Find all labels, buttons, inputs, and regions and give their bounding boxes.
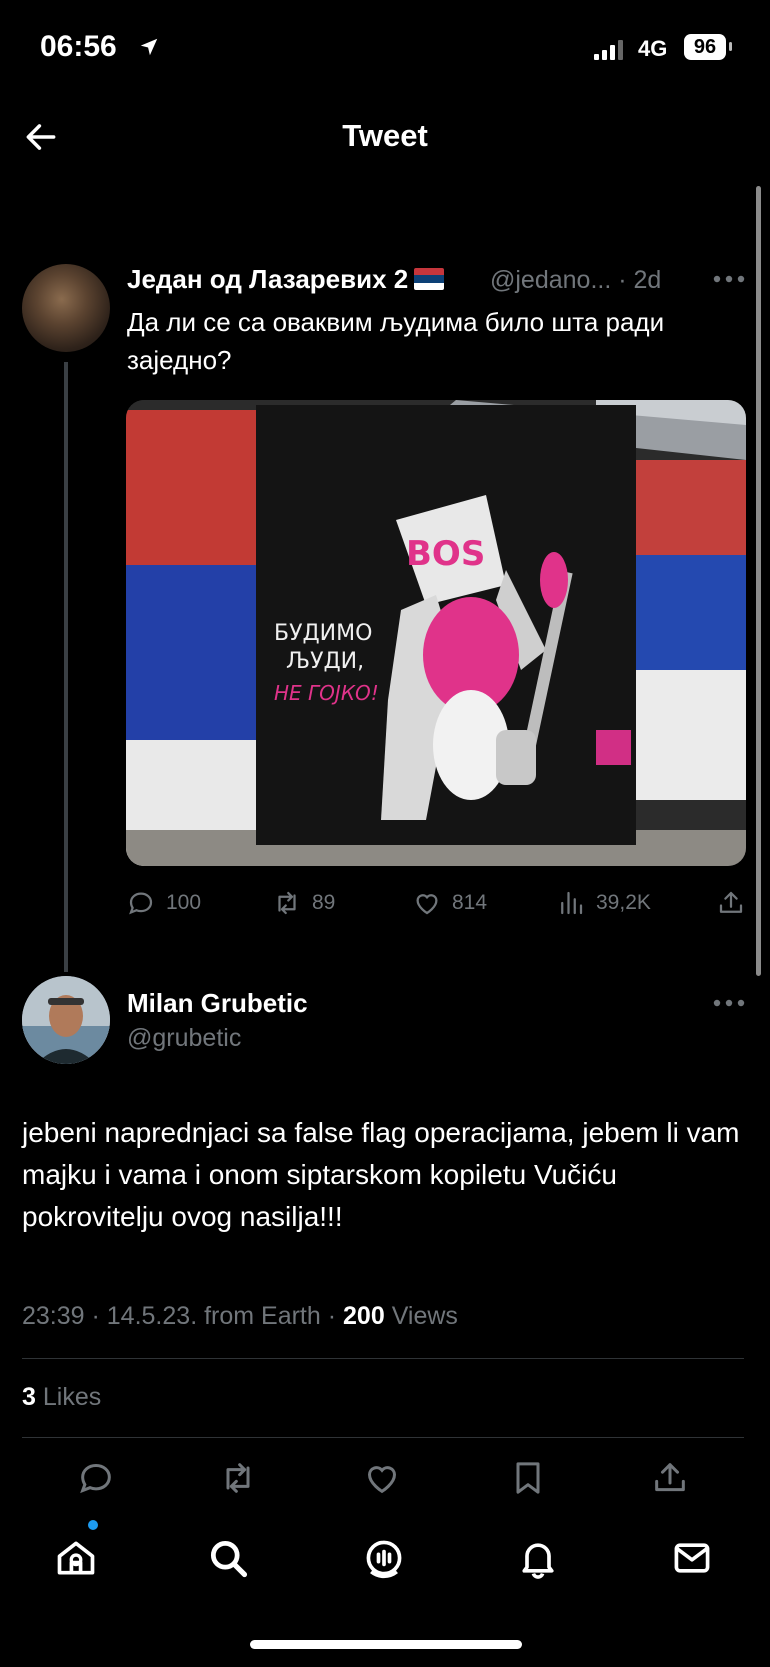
like-count: 814 (452, 891, 488, 914)
retweet-icon[interactable] (218, 1458, 258, 1498)
more-icon[interactable] (712, 998, 746, 1008)
spaces-icon[interactable] (362, 1536, 406, 1580)
tweet-timestamp: 23:39 · 14.5.23. from Earth · (22, 1302, 337, 1330)
home-notification-dot (88, 1520, 98, 1530)
home-indicator[interactable] (250, 1640, 522, 1649)
retweet-count: 89 (312, 891, 336, 914)
back-arrow-icon[interactable] (22, 118, 60, 156)
reply-count: 100 (166, 891, 202, 914)
views-count: 39,2K (596, 891, 651, 914)
like-icon[interactable] (362, 1458, 402, 1498)
tweet-image[interactable]: БУДИМО ЉУДИ, НЕ ГОЈКО! BOS (126, 400, 746, 866)
author-name[interactable]: Milan Grubetic (127, 988, 308, 1019)
like-action[interactable]: 814 (412, 888, 487, 918)
share-icon (719, 891, 743, 913)
likes-label: Likes (42, 1383, 102, 1411)
views-action[interactable]: 39,2K (556, 888, 651, 918)
author-name[interactable]: Један од Лазаревих 2 (127, 264, 408, 295)
network-type: 4G (638, 36, 668, 61)
thread-line (64, 362, 68, 972)
divider (22, 1358, 744, 1359)
status-time: 06:56 (40, 30, 117, 63)
reply-icon[interactable] (76, 1458, 116, 1498)
bookmark-icon[interactable] (508, 1458, 548, 1498)
tweet-meta: 23:39 · 14.5.23. from Earth · 200 Views (22, 1302, 458, 1331)
like-icon (416, 894, 438, 915)
views-count: 200 (343, 1302, 385, 1330)
page-title: Tweet (342, 118, 428, 153)
serbian-flag-emoji (414, 268, 444, 290)
likes-count: 3 (22, 1383, 36, 1411)
messages-icon[interactable] (670, 1536, 714, 1580)
location-arrow-icon (140, 38, 158, 56)
home-icon[interactable] (54, 1536, 98, 1580)
mural-text-line2: ЉУДИ, (286, 649, 364, 674)
tweet-text: jebeni naprednjaci sa false flag operaci… (22, 1117, 740, 1232)
notifications-icon[interactable] (516, 1536, 560, 1580)
more-icon[interactable] (712, 274, 746, 284)
battery-tip (729, 42, 732, 51)
views-label: Views (391, 1302, 458, 1330)
scrollbar[interactable] (756, 186, 761, 976)
signal-icon (594, 40, 623, 60)
reply-icon (129, 892, 153, 915)
author-handle-time[interactable]: @jedano... · 2d (490, 266, 661, 295)
search-icon[interactable] (206, 1536, 250, 1580)
share-action[interactable] (716, 888, 746, 918)
tweet-action-bar (0, 1458, 770, 1502)
tweet-text: Да ли се са оваквим људима било шта ради… (127, 307, 665, 375)
battery-level: 96 (684, 34, 726, 60)
share-icon[interactable] (650, 1458, 690, 1498)
avatar[interactable] (22, 976, 110, 1064)
author-handle[interactable]: @grubetic (127, 1024, 241, 1053)
retweet-action[interactable]: 89 (272, 888, 335, 918)
views-icon (561, 891, 583, 915)
mural-text-line3: НЕ ГОЈКО! (274, 681, 379, 705)
reply-action[interactable]: 100 (126, 888, 201, 918)
mural-text-line1: БУДИМО (274, 621, 372, 646)
retweet-icon (278, 891, 296, 915)
divider (22, 1437, 744, 1438)
likes-summary[interactable]: 3 Likes (22, 1383, 101, 1412)
avatar[interactable] (22, 264, 110, 352)
tweet-actions: 100 89 814 39,2K (126, 888, 746, 928)
graffiti-text: BOS (406, 534, 485, 574)
